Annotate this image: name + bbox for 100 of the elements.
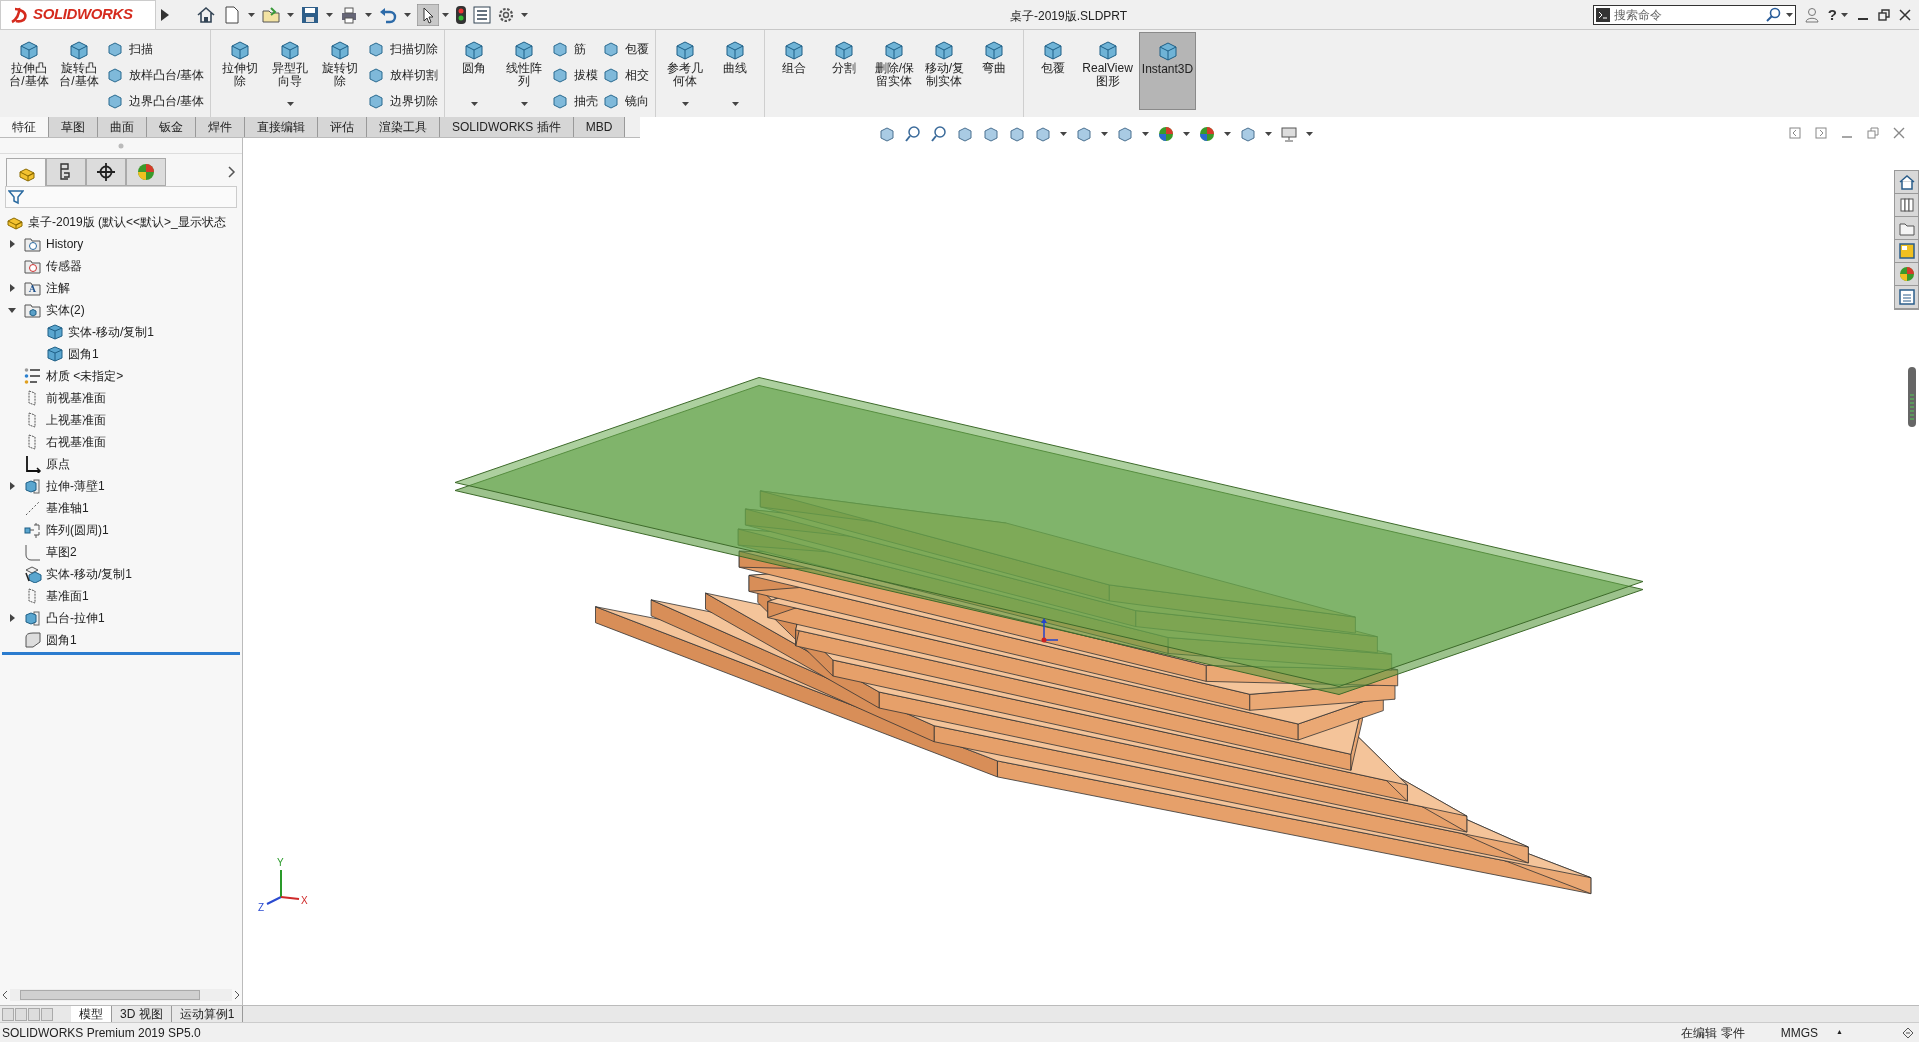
caret-icon[interactable]	[1101, 132, 1108, 136]
caret-icon[interactable]	[326, 12, 333, 17]
collapse-arrow-icon[interactable]	[8, 306, 16, 314]
tree-item[interactable]: 基准轴1	[46, 499, 89, 517]
tool-button[interactable]: 边界切除	[367, 90, 439, 112]
tool-button[interactable]: 参考几何体	[662, 38, 709, 110]
tool-button[interactable]: 筋	[551, 38, 599, 60]
tree-item[interactable]: 传感器	[46, 257, 82, 275]
tree-item[interactable]: 上视基准面	[46, 411, 106, 429]
tool-button[interactable]: 包覆	[602, 38, 650, 60]
tool-button[interactable]: 包覆	[1030, 38, 1077, 110]
caret-icon[interactable]	[248, 12, 255, 17]
caret-icon[interactable]	[1265, 132, 1272, 136]
appearance-ball-icon[interactable]	[1897, 265, 1916, 283]
ribbon-tab[interactable]: 直接编辑	[245, 117, 318, 137]
tool-button[interactable]: RealView图形	[1080, 38, 1135, 110]
tool-button[interactable]: 扫描	[106, 38, 205, 60]
caret-icon[interactable]	[286, 102, 294, 106]
home-icon[interactable]	[196, 4, 216, 25]
next-pane-icon[interactable]	[1815, 127, 1827, 139]
monitor-icon[interactable]	[1280, 125, 1298, 143]
settings-icon[interactable]	[497, 5, 515, 24]
tool-button[interactable]: 旋转凸台/基体	[56, 38, 102, 110]
expand-menu-icon[interactable]	[161, 8, 169, 21]
caret-icon[interactable]	[287, 12, 294, 17]
tree-item[interactable]: 基准面1	[46, 587, 89, 605]
caret-icon[interactable]	[1306, 132, 1313, 136]
crosshair-icon[interactable]	[95, 161, 117, 183]
caret-icon[interactable]	[1785, 12, 1793, 17]
new-document-icon[interactable]	[222, 4, 242, 25]
tool-button[interactable]: 异型孔向导	[267, 38, 314, 110]
caret-icon[interactable]	[681, 102, 689, 106]
tree-item[interactable]: 材质 <未指定>	[46, 367, 124, 385]
tool-button[interactable]: 曲线	[712, 38, 759, 110]
units-button[interactable]: MMGS	[1780, 1023, 1819, 1042]
tree-item[interactable]: 圆角1	[68, 345, 99, 363]
ribbon-tab[interactable]: MBD	[573, 117, 626, 137]
ribbon-tab[interactable]: 曲面	[98, 117, 147, 137]
scroll-left-icon[interactable]	[2, 991, 8, 999]
expand-arrow-icon[interactable]	[8, 482, 16, 490]
tree-item[interactable]: 草图2	[46, 543, 77, 561]
tree-item[interactable]: 实体(2)	[46, 301, 85, 319]
appearance-ball-icon[interactable]	[135, 161, 157, 183]
expand-arrow-icon[interactable]	[8, 240, 16, 248]
caret-icon[interactable]	[1841, 12, 1848, 17]
tree-root-label[interactable]: 桌子-2019版 (默认<<默认>_显示状态	[28, 213, 226, 231]
ribbon-tab[interactable]: 钣金	[147, 117, 196, 137]
tool-button[interactable]: 抽壳	[551, 90, 599, 112]
scroll-right-icon[interactable]	[234, 991, 240, 999]
user-icon[interactable]	[1804, 6, 1819, 23]
ribbon-tab[interactable]: 渲染工具	[367, 117, 440, 137]
rebuild-icon[interactable]	[1901, 1025, 1915, 1040]
chevron-right-icon[interactable]	[228, 166, 236, 178]
tree-item[interactable]: 凸台-拉伸1	[46, 609, 105, 627]
ribbon-tab[interactable]: SOLIDWORKS 插件	[440, 117, 574, 137]
caret-icon[interactable]	[1224, 132, 1231, 136]
tool-button[interactable]: 弯曲	[971, 38, 1018, 110]
tree-item[interactable]: 圆角1	[46, 631, 77, 649]
custom-properties-icon[interactable]	[1897, 288, 1916, 306]
caret-icon[interactable]	[731, 102, 739, 106]
tool-button[interactable]: 旋转切除	[317, 38, 364, 110]
tool-button[interactable]: 拉伸切除	[217, 38, 264, 110]
tool-button[interactable]: 拔模	[551, 64, 599, 86]
search-field[interactable]: 搜索命令	[1592, 4, 1796, 25]
print-icon[interactable]	[339, 4, 359, 25]
file-properties-icon[interactable]	[473, 5, 491, 24]
traffic-light-icon[interactable]	[455, 4, 467, 25]
tree-item[interactable]: 实体-移动/复制1	[68, 323, 154, 341]
select-pointer-icon[interactable]	[417, 3, 439, 26]
caret-icon[interactable]	[365, 12, 372, 17]
bottom-tab[interactable]: 模型	[71, 1006, 112, 1022]
expand-arrow-icon[interactable]	[8, 614, 16, 622]
caret-icon[interactable]	[521, 12, 528, 17]
tool-button[interactable]: 拉伸凸台/基体	[6, 38, 52, 110]
tree-item[interactable]: 右视基准面	[46, 433, 106, 451]
ribbon-tab[interactable]: 评估	[318, 117, 367, 137]
tool-button[interactable]: 移动/复制实体	[921, 38, 968, 110]
help-button[interactable]: ?	[1827, 7, 1837, 22]
search-input[interactable]: 搜索命令	[1613, 5, 1762, 24]
previous-pane-icon[interactable]	[1789, 127, 1801, 139]
filter-field[interactable]	[5, 186, 237, 208]
tool-button[interactable]: 边界凸台/基体	[106, 90, 205, 112]
tool-button[interactable]: Instant3D	[1138, 32, 1197, 110]
tree-item[interactable]: 原点	[46, 455, 70, 473]
expand-arrow-icon[interactable]	[8, 284, 16, 292]
tree-item[interactable]: 前视基准面	[46, 389, 106, 407]
caret-icon[interactable]	[1142, 132, 1149, 136]
tool-button[interactable]: 圆角	[451, 38, 498, 110]
tool-button[interactable]: 放样切割	[367, 64, 439, 86]
zoom-fit-icon[interactable]	[904, 125, 922, 143]
scrollbar-thumb[interactable]	[20, 990, 200, 1000]
caret-icon[interactable]	[1183, 132, 1190, 136]
caret-icon[interactable]	[442, 12, 449, 17]
tool-button[interactable]: 放样凸台/基体	[106, 64, 205, 86]
restore-icon[interactable]	[1878, 8, 1890, 21]
tool-button[interactable]: 删除/保留实体	[871, 38, 918, 110]
tree-item[interactable]: 实体-移动/复制1	[46, 565, 132, 583]
caret-icon[interactable]	[470, 102, 478, 106]
palette-view-icon[interactable]	[1897, 242, 1916, 260]
open-folder-icon[interactable]	[261, 4, 281, 25]
